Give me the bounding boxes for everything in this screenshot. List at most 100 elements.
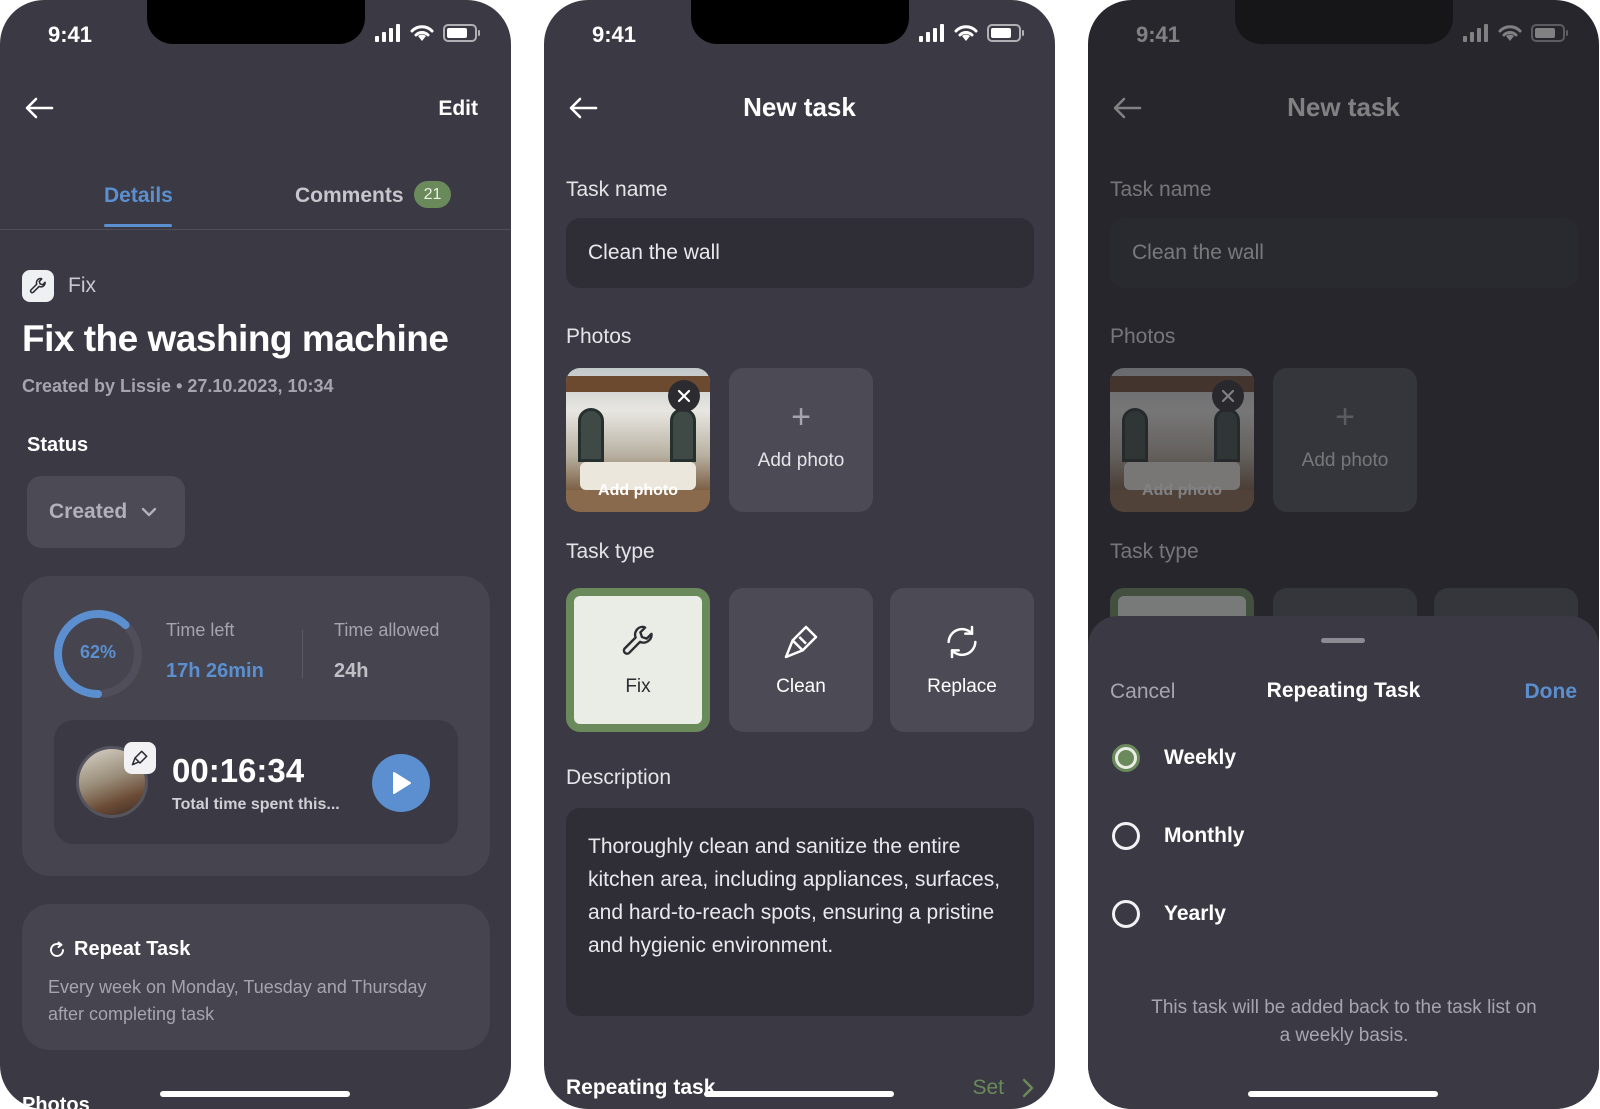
brush-icon — [124, 742, 156, 774]
home-indicator — [1248, 1091, 1438, 1097]
task-details-screen: 9:41 Edit Details Comments 21 Fix Fix th… — [0, 0, 511, 1109]
notch — [147, 0, 365, 44]
repeat-task-title-row: Repeat Task — [48, 938, 190, 961]
tab-bar: Details Comments 21 — [0, 170, 511, 230]
repeat-task-card[interactable]: Repeat Task Every week on Monday, Tuesda… — [22, 904, 490, 1050]
tab-comments[interactable]: Comments — [295, 184, 404, 208]
status-time: 9:41 — [48, 22, 93, 47]
task-name-value: Clean the wall — [1132, 241, 1264, 264]
progress-card: 62% Time left 17h 26min Time allowed 24h… — [22, 576, 490, 876]
comments-count-badge: 21 — [414, 181, 451, 208]
battery-icon — [987, 24, 1024, 42]
radio-checked-icon — [1112, 744, 1140, 772]
description-textarea[interactable]: Thoroughly clean and sanitize the entire… — [566, 808, 1034, 1016]
active-tab-indicator — [104, 224, 172, 227]
play-button[interactable] — [372, 754, 430, 812]
status-label: Status — [27, 434, 89, 456]
status-time: 9:41 — [592, 22, 637, 47]
task-type-label: Fix — [68, 274, 96, 297]
repeat-note: This task will be added back to the task… — [1151, 997, 1537, 1046]
home-indicator — [704, 1091, 894, 1097]
status-value: Created — [49, 500, 128, 523]
time-allowed-value: 24h — [334, 660, 369, 682]
option-yearly-label: Yearly — [1164, 902, 1226, 925]
timer-box: 00:16:34 Total time spent this... — [54, 720, 458, 844]
battery-icon — [443, 24, 480, 42]
repeat-task-title: Repeat Task — [74, 938, 191, 960]
play-icon — [393, 772, 411, 794]
tab-details[interactable]: Details — [104, 184, 173, 208]
chevron-right-icon — [1022, 1078, 1034, 1098]
radio-unchecked-icon — [1112, 900, 1140, 928]
option-weekly-label: Weekly — [1164, 746, 1236, 769]
task-type-clean[interactable]: Clean — [729, 588, 873, 732]
repeat-task-description: Every week on Monday, Tuesday and Thursd… — [48, 977, 427, 1024]
remove-photo-button — [1212, 380, 1244, 412]
task-type-row: Fix — [22, 270, 96, 302]
wrench-icon — [22, 270, 54, 302]
task-name-input: Clean the wall — [1110, 218, 1578, 288]
page-title: New task — [743, 92, 856, 122]
task-type-fix[interactable]: Fix — [566, 588, 710, 732]
task-type-label: Task type — [566, 540, 655, 563]
photo-overlay-text: Add photo — [598, 482, 678, 499]
task-type-replace-label: Replace — [927, 676, 997, 697]
page-title: New task — [1287, 92, 1400, 122]
repeating-task-label: Repeating task — [566, 1076, 716, 1099]
signal-icon — [375, 24, 400, 42]
option-monthly[interactable]: Monthly — [1112, 822, 1244, 850]
home-indicator — [160, 1091, 350, 1097]
notch — [691, 0, 909, 44]
photo-overlay-text: Add photo — [1142, 482, 1222, 499]
close-icon — [677, 389, 691, 403]
time-left-label: Time left — [166, 620, 235, 640]
task-type-replace[interactable]: Replace — [890, 588, 1034, 732]
signal-icon — [919, 24, 944, 42]
plus-icon: + — [791, 398, 811, 436]
divider — [302, 630, 303, 678]
photo-window — [578, 408, 604, 462]
time-allowed-label: Time allowed — [334, 620, 440, 640]
back-arrow-icon[interactable] — [24, 96, 54, 120]
done-button[interactable]: Done — [1525, 680, 1578, 704]
task-meta: Created by Lissie • 27.10.2023, 10:34 — [22, 376, 334, 396]
task-type-clean-label: Clean — [776, 676, 826, 697]
new-task-screen: 9:41 New task Task name Clean the wall P… — [544, 0, 1055, 1109]
add-photo-button[interactable]: + Add photo — [729, 368, 873, 512]
edit-button[interactable]: Edit — [438, 97, 478, 121]
chevron-down-icon — [142, 507, 157, 517]
task-type-fix-label: Fix — [625, 676, 651, 697]
task-title: Fix the washing machine — [22, 318, 449, 359]
status-dropdown[interactable]: Created — [27, 476, 185, 548]
remove-photo-button[interactable] — [668, 380, 700, 412]
option-yearly[interactable]: Yearly — [1112, 900, 1226, 928]
brush-icon — [729, 622, 873, 662]
progress-percent: 62% — [79, 642, 117, 662]
radio-unchecked-icon — [1112, 822, 1140, 850]
photo-window — [670, 408, 696, 462]
option-weekly[interactable]: Weekly — [1112, 744, 1236, 772]
replace-icon — [890, 622, 1034, 662]
add-photo-label: Add photo — [757, 450, 845, 471]
notch — [1235, 0, 1453, 44]
photo-thumbnail[interactable]: Add photo — [566, 368, 710, 512]
wrench-icon — [574, 622, 702, 660]
task-name-value: Clean the wall — [588, 241, 720, 264]
status-icons — [375, 24, 481, 42]
photos-label: Photos — [1110, 325, 1176, 348]
battery-icon — [1531, 24, 1568, 42]
wifi-icon — [954, 25, 978, 41]
description-value: Thoroughly clean and sanitize the entire… — [588, 835, 1001, 957]
task-name-input[interactable]: Clean the wall — [566, 218, 1034, 288]
plus-icon: + — [1335, 398, 1355, 436]
repeating-task-set[interactable]: Set — [972, 1076, 1034, 1100]
sheet-grabber[interactable] — [1321, 638, 1365, 643]
photo-thumbnail: Add photo — [1110, 368, 1254, 512]
status-icons — [919, 24, 1025, 42]
add-photo-button: + Add photo — [1273, 368, 1417, 512]
photo-window — [1122, 408, 1148, 462]
photos-label: Photos — [566, 325, 632, 348]
wifi-icon — [1498, 25, 1522, 41]
timer-caption: Total time spent this... — [172, 796, 340, 813]
repeating-task-sheet: Cancel Repeating Task Done Weekly Monthl… — [1088, 616, 1599, 1109]
